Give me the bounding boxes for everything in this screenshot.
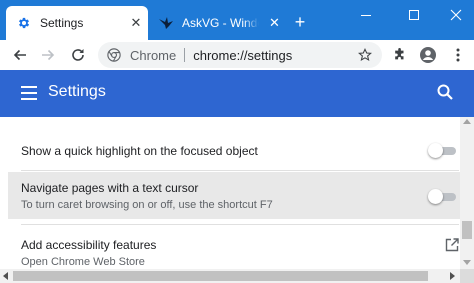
askvg-bird-icon (158, 15, 174, 31)
page-title: Settings (48, 83, 106, 100)
setting-row-accessibility-features[interactable]: Add accessibility features Open Chrome W… (8, 234, 460, 269)
star-icon[interactable] (356, 46, 374, 64)
arrow-left-icon[interactable] (8, 43, 32, 67)
reload-icon[interactable] (66, 43, 90, 67)
launch-icon[interactable] (445, 238, 460, 254)
hamburger-icon[interactable] (21, 85, 39, 101)
tab-strip: Settings ✕ AskVG - Windows T ✕ + (0, 0, 474, 40)
setting-row-focus-highlight[interactable]: Show a quick highlight on the focused ob… (8, 133, 460, 167)
account-circle-icon[interactable] (416, 43, 440, 67)
gear-icon (16, 15, 32, 31)
tab-title: AskVG - Windows T (182, 16, 259, 30)
minimize-icon[interactable] (348, 4, 384, 26)
tab-settings[interactable]: Settings ✕ (6, 6, 148, 40)
scroll-left-icon[interactable] (3, 272, 8, 280)
toggle-knob (428, 189, 443, 204)
vertical-scrollbar[interactable] (460, 117, 474, 269)
puzzle-icon[interactable] (388, 43, 412, 67)
row-divider (21, 170, 459, 171)
setting-row-caret-browsing[interactable]: Navigate pages with a text cursor To tur… (8, 172, 460, 219)
scroll-down-icon[interactable] (463, 260, 471, 265)
browser-toolbar: Chrome chrome://settings (0, 40, 474, 70)
scrollbar-corner (460, 269, 474, 283)
horizontal-scrollbar[interactable] (0, 269, 460, 283)
scroll-up-icon[interactable] (463, 119, 471, 124)
omnibox[interactable]: Chrome chrome://settings (98, 42, 382, 68)
arrow-right-icon[interactable] (36, 43, 60, 67)
tab-close-icon[interactable]: ✕ (267, 15, 282, 31)
setting-label: Add accessibility features (21, 238, 157, 252)
tab-close-icon[interactable]: ✕ (128, 15, 144, 31)
close-icon[interactable] (438, 4, 474, 26)
omnibox-separator (184, 48, 186, 62)
setting-label: Navigate pages with a text cursor (21, 181, 199, 195)
new-tab-button[interactable]: + (290, 12, 310, 32)
tab-askvg[interactable]: AskVG - Windows T ✕ (148, 6, 282, 40)
chrome-logo-icon (106, 47, 122, 63)
settings-header: Settings (0, 70, 474, 117)
caret-browsing-toggle[interactable] (428, 188, 458, 204)
omnibox-chip: Chrome (130, 47, 177, 63)
scroll-thumb[interactable] (462, 221, 472, 239)
maximize-icon[interactable] (396, 4, 432, 26)
toggle-knob (428, 143, 443, 158)
search-icon[interactable] (436, 83, 456, 103)
kebab-menu-icon[interactable] (446, 43, 470, 67)
setting-description: To turn caret browsing on or off, use th… (21, 199, 273, 211)
tab-title: Settings (40, 16, 84, 30)
setting-description: Open Chrome Web Store (21, 256, 145, 268)
setting-label: Show a quick highlight on the focused ob… (21, 144, 258, 158)
focus-highlight-toggle[interactable] (428, 142, 458, 158)
omnibox-url[interactable]: chrome://settings (193, 48, 356, 63)
scroll-thumb[interactable] (13, 271, 428, 281)
row-divider (21, 224, 459, 225)
settings-content: Show a quick highlight on the focused ob… (0, 117, 460, 269)
scroll-right-icon[interactable] (450, 272, 455, 280)
